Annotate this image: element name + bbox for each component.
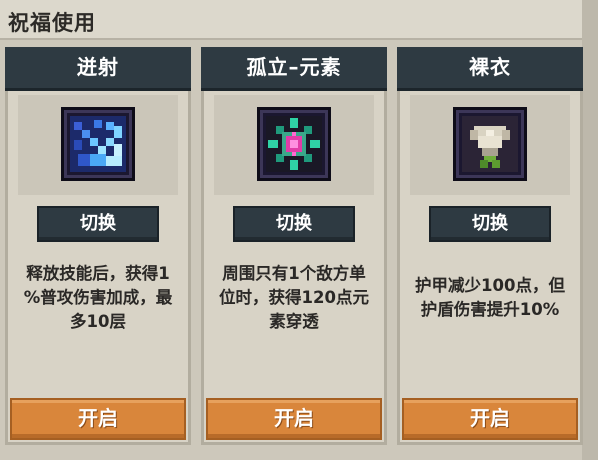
description-line: 护盾伤害提升10% [420,300,560,319]
description-line: 护甲减少100点，但 [415,276,565,295]
blessing-card-isolation-element: 孤立–元素 切换 周围只有1个敌方单 位时，获得120点元 素穿透 开启 [201,47,387,445]
blessing-window: 祝福使用 迸射 切换 释放技能后，获得1 %普攻伤害加成，最 多10层 开启 孤… [0,0,598,460]
card-description: 护甲减少100点，但 护盾伤害提升10% [402,274,578,322]
switch-button[interactable]: 切换 [37,206,159,242]
bare-armor-blessing-icon [453,107,527,181]
description-line: 多10层 [70,312,126,331]
blessing-card-burst: 迸射 切换 释放技能后，获得1 %普攻伤害加成，最 多10层 开启 [5,47,191,445]
switch-button[interactable]: 切换 [429,206,551,242]
blessing-card-bare-armor: 裸衣 切换 护甲减少100点，但 护盾伤害提升10% 开启 [397,47,583,445]
description-line: 位时，获得120点元 [219,288,369,307]
description-line: 周围只有1个敌方单 [222,264,366,283]
open-button[interactable]: 开启 [206,398,382,440]
switch-button[interactable]: 切换 [233,206,355,242]
icon-panel [410,95,570,195]
description-line: 释放技能后，获得1 [26,264,170,283]
card-description: 周围只有1个敌方单 位时，获得120点元 素穿透 [206,262,382,334]
card-title: 孤立–元素 [246,55,342,79]
icon-panel [18,95,178,195]
open-button[interactable]: 开启 [402,398,578,440]
card-description: 释放技能后，获得1 %普攻伤害加成，最 多10层 [10,262,186,334]
window-title: 祝福使用 [8,11,96,35]
open-button[interactable]: 开启 [10,398,186,440]
scroll-edge [582,0,598,460]
title-bar: 祝福使用 [0,0,582,40]
card-header: 孤立–元素 [201,47,387,91]
icon-panel [214,95,374,195]
description-line: %普攻伤害加成，最 [23,288,173,307]
card-header: 迸射 [5,47,191,91]
burst-blessing-icon [61,107,135,181]
card-title: 迸射 [77,55,119,79]
description-line: 素穿透 [269,312,319,331]
card-header: 裸衣 [397,47,583,91]
isolation-element-blessing-icon [257,107,331,181]
card-title: 裸衣 [469,55,511,79]
